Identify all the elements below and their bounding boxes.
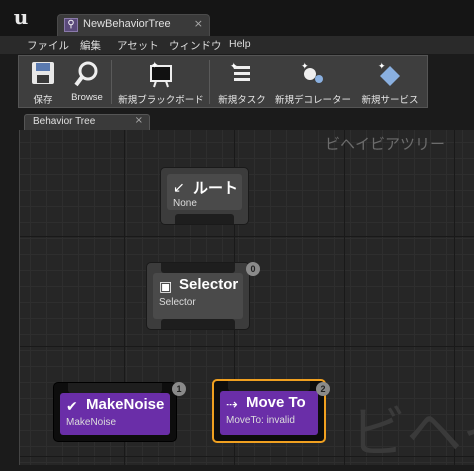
browse-magnifier-icon	[73, 60, 101, 88]
toolbar-separator	[111, 60, 112, 104]
behavior-tree-graph-canvas[interactable]: ビヘイビアツリー ビヘイ ↙ ルート None ▣ Selector Selec…	[19, 130, 474, 465]
new-service-button[interactable]: ✦ 新規サービス	[357, 56, 423, 108]
toolbar: 保存 Browse ✦ 新規ブラックボード ✦ 新規タスク ✦ 新規デコレーター…	[18, 55, 428, 108]
menu-help[interactable]: Help	[229, 38, 251, 50]
title-bar: u ⚲ NewBehaviorTree ×	[0, 0, 474, 36]
browse-button[interactable]: Browse	[65, 56, 109, 108]
new-decorator-button[interactable]: ✦ 新規デコレーター	[273, 56, 353, 108]
moveto-execution-index-badge: 2	[316, 382, 330, 396]
save-icon	[29, 60, 57, 88]
root-output-pin[interactable]	[175, 214, 234, 224]
moveto-node-body: ⇢ Move To MoveTo: invalid	[220, 391, 318, 435]
new-decorator-button-label: 新規デコレーター	[274, 95, 351, 106]
root-node[interactable]: ↙ ルート None	[160, 167, 249, 225]
selector-node-body: ▣ Selector Selector	[153, 273, 243, 319]
root-node-body: ↙ ルート None	[167, 174, 242, 210]
behavior-tree-panel-tab[interactable]: Behavior Tree ×	[24, 114, 150, 130]
blackboard-icon: ✦	[147, 60, 175, 88]
makenoise-task-node[interactable]: ✔ MakeNoise MakeNoise	[53, 382, 177, 442]
moveto-node-subtitle: MoveTo: invalid	[226, 415, 295, 426]
svg-text:✦: ✦	[151, 61, 159, 71]
makenoise-execution-index-badge: 1	[172, 382, 186, 396]
menu-bar: ファイル 編集 アセット ウィンドウ Help	[0, 36, 474, 54]
moveto-input-pin[interactable]	[228, 381, 310, 391]
new-task-button[interactable]: ✦ 新規タスク	[213, 56, 271, 108]
decorator-icon: ✦	[299, 60, 327, 88]
makenoise-node-body: ✔ MakeNoise MakeNoise	[60, 393, 170, 435]
moveto-arrow-icon: ⇢	[226, 397, 238, 413]
svg-text:✦: ✦	[230, 62, 238, 72]
behavior-tree-asset-icon: ⚲	[64, 18, 78, 32]
menu-file[interactable]: ファイル	[27, 38, 69, 53]
makenoise-task-icon: ✔	[66, 399, 78, 415]
root-node-title: ルート	[193, 180, 239, 197]
new-service-button-label: 新規サービス	[361, 95, 419, 106]
browse-button-label: Browse	[71, 92, 103, 103]
selector-output-pin[interactable]	[161, 319, 235, 329]
selector-execution-index-badge: 0	[246, 262, 260, 276]
document-tab-close-icon[interactable]: ×	[194, 17, 203, 30]
menu-asset[interactable]: アセット	[117, 38, 159, 53]
new-task-button-label: 新規タスク	[218, 95, 266, 106]
menu-edit[interactable]: 編集	[80, 38, 101, 53]
document-tab-label: NewBehaviorTree	[83, 18, 171, 30]
root-arrow-icon: ↙	[173, 180, 185, 196]
graph-title: ビヘイビアツリー	[324, 135, 445, 153]
makenoise-node-title: MakeNoise	[86, 396, 165, 413]
selector-input-pin[interactable]	[161, 263, 235, 273]
task-icon: ✦	[228, 60, 256, 88]
menu-window[interactable]: ウィンドウ	[169, 38, 222, 53]
unreal-logo-icon: u	[13, 5, 29, 29]
selector-icon: ▣	[159, 279, 173, 295]
moveto-task-node[interactable]: ⇢ Move To MoveTo: invalid	[212, 379, 326, 443]
toolbar-separator	[209, 60, 210, 104]
save-button-label: 保存	[33, 95, 53, 106]
new-blackboard-button[interactable]: ✦ 新規ブラックボード	[115, 56, 207, 108]
selector-node-subtitle: Selector	[159, 297, 196, 308]
panel-tab-close-icon[interactable]: ×	[135, 115, 143, 126]
svg-text:✦: ✦	[301, 62, 309, 72]
save-button[interactable]: 保存	[21, 56, 65, 108]
document-tab[interactable]: ⚲ NewBehaviorTree ×	[57, 14, 210, 36]
root-node-subtitle: None	[173, 198, 197, 209]
selector-node-title: Selector	[179, 276, 239, 293]
panel-tab-label: Behavior Tree	[33, 116, 96, 127]
new-blackboard-button-label: 新規ブラックボード	[118, 95, 204, 106]
svg-text:✦: ✦	[378, 62, 386, 72]
moveto-node-title: Move To	[246, 394, 306, 411]
makenoise-node-subtitle: MakeNoise	[66, 417, 117, 428]
graph-watermark: ビヘイ	[350, 401, 474, 465]
service-icon: ✦	[376, 60, 404, 88]
selector-node[interactable]: ▣ Selector Selector	[146, 262, 250, 330]
makenoise-input-pin[interactable]	[68, 383, 162, 393]
